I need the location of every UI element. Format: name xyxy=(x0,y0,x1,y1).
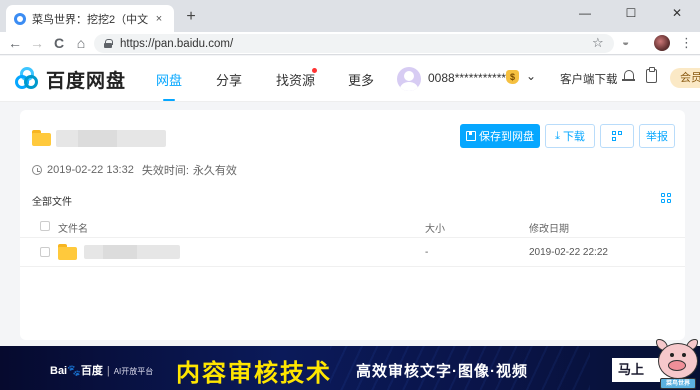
user-avatar[interactable] xyxy=(397,67,421,91)
forward-button[interactable]: → xyxy=(28,35,46,52)
breadcrumb[interactable]: 全部文件 xyxy=(32,193,72,208)
client-download-link[interactable]: 客户端下载 xyxy=(560,71,618,87)
cloud-logo-icon xyxy=(14,66,40,93)
browser-menu-icon[interactable]: ⋮ xyxy=(680,35,693,51)
table-row[interactable]: - 2019-02-22 22:22 xyxy=(20,238,685,267)
column-name[interactable]: 文件名 xyxy=(58,220,88,235)
share-date: 2019-02-22 13:32 xyxy=(47,164,134,176)
column-size[interactable]: 大小 xyxy=(425,220,445,235)
user-dropdown-chevron-icon[interactable]: ⌄ xyxy=(526,69,536,83)
folder-icon xyxy=(58,244,77,260)
pig-mascot-icon: 菜鸟世界 xyxy=(656,333,700,390)
browser-toolbar: ← → C ⌂ https://pan.baidu.com/ ☆ ◒ ⋮ xyxy=(0,32,700,55)
username[interactable]: 0088*********** xyxy=(428,71,506,85)
address-bar[interactable]: https://pan.baidu.com/ xyxy=(94,34,614,53)
row-checkbox[interactable] xyxy=(40,247,50,257)
reload-button[interactable]: C xyxy=(50,35,68,52)
column-modified[interactable]: 修改日期 xyxy=(529,220,569,235)
save-icon xyxy=(466,131,476,141)
brand-sub: AI开放平台 xyxy=(113,367,154,376)
paw-icon: 🐾 xyxy=(67,365,81,377)
home-button[interactable]: ⌂ xyxy=(72,35,90,52)
url-text[interactable]: https://pan.baidu.com/ xyxy=(120,38,233,50)
logo-text: 百度网盘 xyxy=(46,71,127,92)
brand-text: Bai xyxy=(50,365,68,377)
baidu-ai-logo: Bai🐾百度 | AI开放平台 xyxy=(50,365,154,377)
extension-icon[interactable]: ◒ xyxy=(622,35,629,49)
maximize-button[interactable]: ☐ xyxy=(608,0,654,26)
back-button[interactable]: ← xyxy=(6,35,24,52)
bookmark-star-icon[interactable]: ☆ xyxy=(592,35,604,51)
download-icon: ⤓ xyxy=(555,129,560,142)
ad-banner[interactable]: Bai🐾百度 | AI开放平台 内容审核技术 高效审核文字·图像·视频 马上 xyxy=(0,346,700,390)
qr-code-button[interactable] xyxy=(600,124,634,148)
download-button-label: 下载 xyxy=(562,131,585,143)
save-button-label: 保存到网盘 xyxy=(479,131,534,143)
file-modified: 2019-02-22 22:22 xyxy=(529,247,608,258)
grid-view-icon[interactable] xyxy=(661,193,672,204)
nav-item-find-resources[interactable]: 找资源 xyxy=(276,70,315,89)
tab-title: 菜鸟世界：挖挖2（中文）_免费高速下载 xyxy=(32,13,148,26)
bell-icon[interactable] xyxy=(622,69,636,85)
report-button[interactable]: 举报 xyxy=(639,124,675,148)
clipboard-icon[interactable] xyxy=(646,67,657,83)
download-button[interactable]: ⤓ 下载 xyxy=(545,124,595,148)
baidu-pan-favicon-icon xyxy=(14,12,26,25)
qr-code-icon xyxy=(611,130,623,142)
share-card: 保存到网盘 ⤓ 下载 举报 2019-02-22 13:32 失效时间: 永久有… xyxy=(20,110,685,340)
member-button[interactable]: 会员 xyxy=(670,68,700,88)
ad-subline: 高效审核文字·图像·视频 xyxy=(356,363,528,380)
browser-profile-avatar[interactable] xyxy=(654,35,670,51)
minimize-button[interactable]: — xyxy=(562,0,608,26)
site-header: 百度网盘 网盘 分享 找资源 更多 0088*********** $ ⌄ 客户… xyxy=(0,56,700,102)
expiry-label: 失效时间: xyxy=(141,165,189,177)
file-table-header: 文件名 大小 修改日期 xyxy=(20,214,685,238)
pig-label: 菜鸟世界 xyxy=(660,378,696,389)
notification-dot xyxy=(312,68,317,73)
close-window-button[interactable]: ✕ xyxy=(654,0,700,26)
nav-item-share[interactable]: 分享 xyxy=(216,70,242,89)
nav-item-more[interactable]: 更多 xyxy=(348,70,374,89)
vip-badge-icon: $ xyxy=(506,70,519,84)
share-meta: 2019-02-22 13:32 失效时间: 永久有效 xyxy=(32,162,237,178)
clock-icon xyxy=(32,165,42,175)
blurred-share-title xyxy=(56,130,166,147)
nav-item-netdisk[interactable]: 网盘 xyxy=(156,70,182,101)
expiry-value: 永久有效 xyxy=(192,165,237,177)
save-to-netdisk-button[interactable]: 保存到网盘 xyxy=(460,124,540,148)
brand-text-2: 百度 xyxy=(80,365,103,377)
browser-tab-bar: 菜鸟世界：挖挖2（中文）_免费高速下载 × + — ☐ ✕ xyxy=(0,0,700,32)
select-all-checkbox[interactable] xyxy=(40,221,50,231)
new-tab-button[interactable]: + xyxy=(182,8,200,26)
folder-icon xyxy=(32,130,51,146)
ad-headline: 内容审核技术 xyxy=(176,360,332,387)
browser-tab[interactable]: 菜鸟世界：挖挖2（中文）_免费高速下载 × xyxy=(6,5,174,32)
lock-icon xyxy=(104,39,113,48)
blurred-file-name xyxy=(84,245,180,259)
tab-close-icon[interactable]: × xyxy=(152,13,166,25)
file-size: - xyxy=(425,247,429,258)
baidu-pan-logo[interactable]: 百度网盘 xyxy=(14,66,126,93)
